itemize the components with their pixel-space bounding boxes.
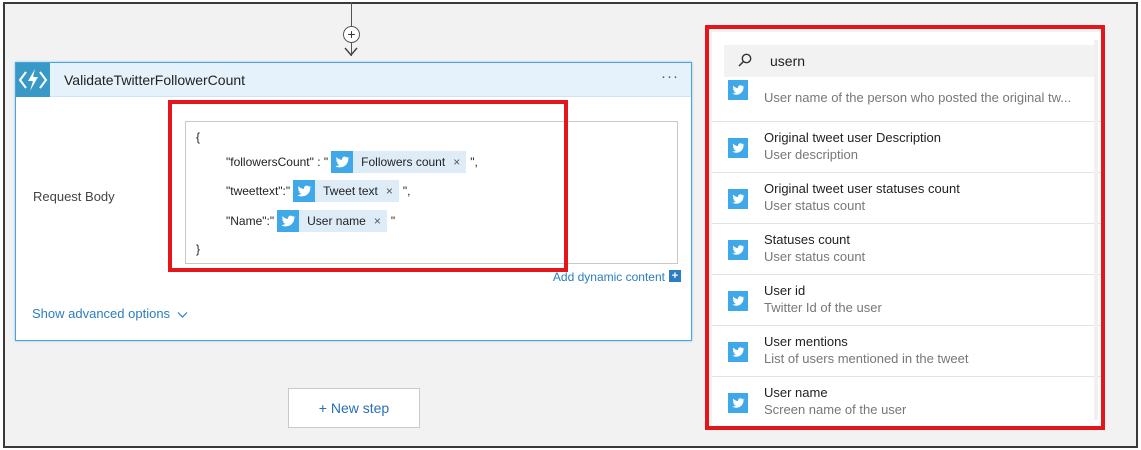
highlight-box-dynamic-content bbox=[705, 25, 1105, 430]
more-options-icon[interactable]: ··· bbox=[661, 68, 679, 85]
show-advanced-options-link[interactable]: Show advanced options bbox=[32, 306, 188, 321]
plus-icon: + bbox=[347, 26, 356, 42]
request-body-label: Request Body bbox=[33, 189, 115, 204]
insert-step-button[interactable]: + bbox=[343, 26, 360, 43]
highlight-box-request-body bbox=[168, 100, 568, 272]
azure-function-icon bbox=[16, 63, 50, 97]
action-title: ValidateTwitterFollowerCount bbox=[64, 72, 246, 88]
new-step-button[interactable]: + New step bbox=[288, 388, 420, 428]
arrow-down-icon bbox=[344, 47, 358, 57]
add-dynamic-content-icon[interactable]: + bbox=[669, 270, 681, 282]
add-dynamic-content-link[interactable]: Add dynamic content bbox=[553, 270, 665, 284]
chevron-down-icon bbox=[177, 311, 188, 318]
action-card-header[interactable]: ValidateTwitterFollowerCount ··· bbox=[16, 63, 691, 97]
